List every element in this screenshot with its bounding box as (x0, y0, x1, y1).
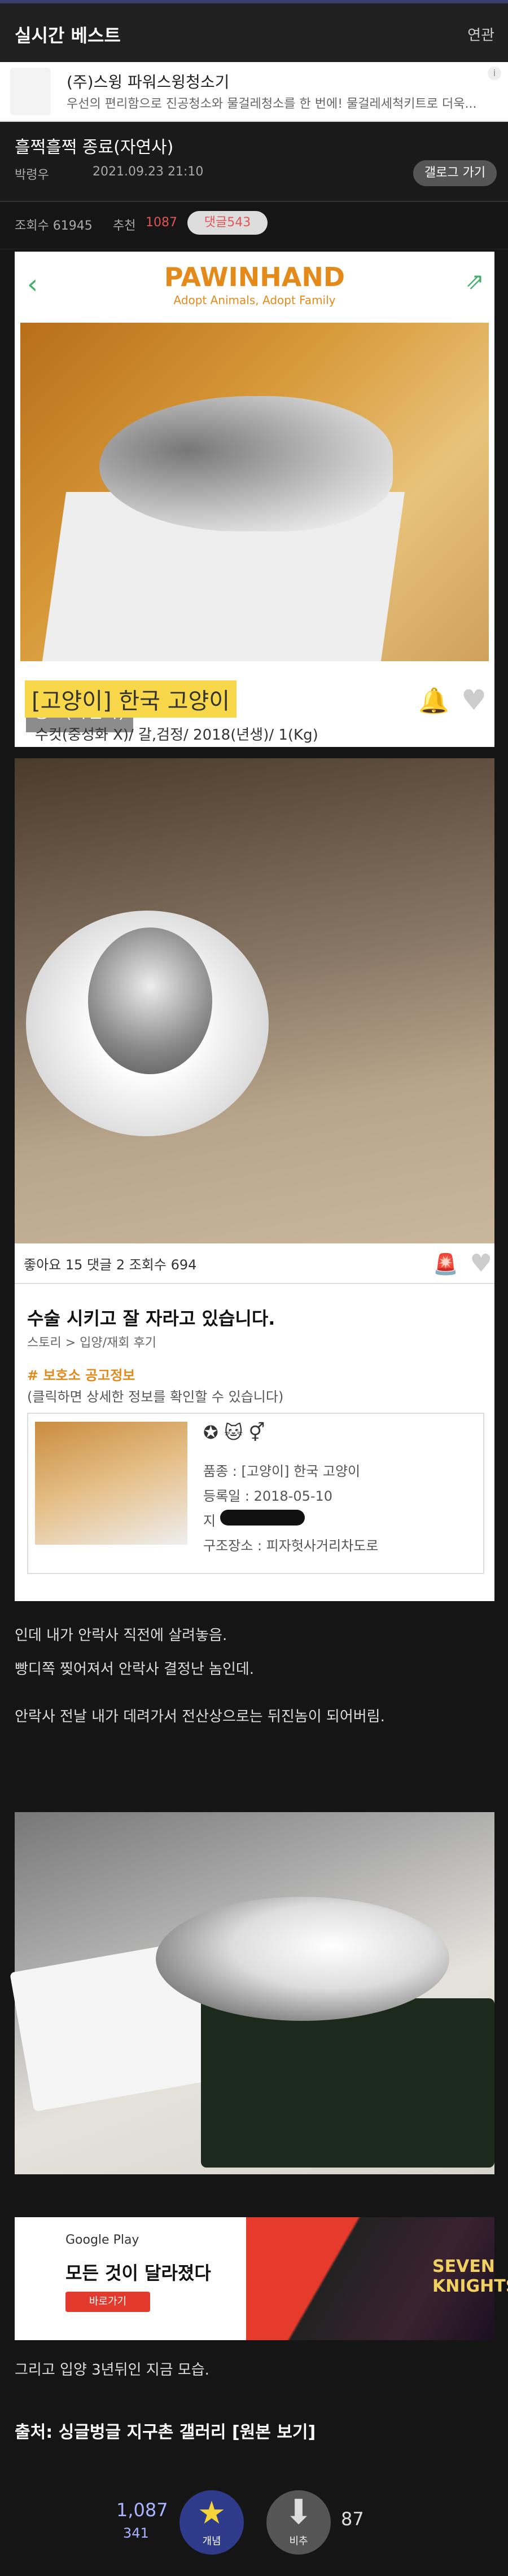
ad-thumbnail (10, 68, 51, 115)
cat-photo-1: 종료(자연사) (20, 323, 489, 732)
game-logo: SEVEN KNIGHTS (432, 2257, 508, 2296)
info-kind: 품종 : [고양이] 한국 고양이 (203, 1463, 361, 1479)
downvote-label: 비추 (289, 2535, 308, 2547)
story-category: 스토리 > 입양/재회 후기 (27, 1336, 156, 1350)
story-title: 수술 시키고 잘 자라고 있습니다. (27, 1308, 275, 1329)
rec-count: 1087 (146, 216, 177, 230)
ad-title: (주)스윙 파워스윙청소기 (67, 73, 230, 91)
star-icon: ★ (197, 2495, 226, 2531)
bell-icon[interactable]: 🔔 (418, 686, 449, 715)
ad-cta-button[interactable]: 바로가기 (65, 2292, 150, 2312)
body-line-1: 인데 내가 안락사 직전에 살려놓음. (15, 1627, 227, 1644)
info-icon[interactable]: i (488, 67, 501, 80)
ad-banner[interactable]: (주)스윙 파워스윙청소기 우선의 편리함으로 진공청소와 물걸레청소를 한 번… (0, 62, 508, 122)
info-location: 구조장소 : 피자헛사거리차도로 (203, 1538, 379, 1554)
story-card: 좋아요 15 댓글 2 조회수 694 🚨 ♥ 수술 시키고 잘 자라고 있습니… (15, 758, 494, 1601)
downvote-count: 87 (341, 2508, 364, 2530)
vote-bar: 1,087 341 ★ 개념 ⬇ 비추 87 (0, 2482, 508, 2576)
kitten-image (88, 927, 212, 1074)
google-play-label: Google Play (65, 2233, 139, 2247)
source-link[interactable]: 출처: 싱글벙글 지구촌 갤러리 [원본 보기] (15, 2418, 316, 2443)
pawinhand-logo: PAWINHAND (164, 262, 345, 292)
shelter-heading: # 보호소 공고정보 (27, 1368, 135, 1383)
shelter-info-box[interactable]: ✪ 🐱 ⚥ 품종 : [고양이] 한국 고양이 등록일 : 2018-05-10… (27, 1413, 484, 1574)
story-stats: 좋아요 15 댓글 2 조회수 694 (24, 1257, 197, 1273)
ad-artwork: SEVEN KNIGHTS (246, 2217, 508, 2340)
top-bar: 실시간 베스트 연관 (0, 0, 508, 62)
pawinhand-card: ‹ PAWINHAND Adopt Animals, Adopt Family … (15, 252, 494, 747)
share-icon[interactable]: ⇗ (465, 269, 484, 294)
upvote-button[interactable]: ★ 개념 (179, 2490, 244, 2555)
pawinhand-slogan: Adopt Animals, Adopt Family (173, 293, 336, 307)
animal-name: [고양이] 한국 고양이 (25, 680, 237, 718)
rec-label: 추천 (113, 219, 136, 233)
heart-icon[interactable]: ♥ (470, 1249, 492, 1278)
downvote-button[interactable]: ⬇ 비추 (266, 2490, 331, 2555)
heart-icon[interactable]: ♥ (461, 684, 487, 716)
ad-description: 우선의 편리함으로 진공청소와 물걸레청소를 한 번에! 물걸레세척키트로 더욱… (67, 97, 477, 111)
kitten-image (99, 396, 393, 531)
down-arrow-icon: ⬇ (284, 2493, 313, 2532)
shelter-hint: (클릭하면 상세한 정보를 확인할 수 있습니다) (27, 1389, 284, 1405)
views-count: 조회수 61945 (15, 219, 93, 233)
game-ad[interactable]: Google Play 모든 것이 달라졌다 바로가기 SEVEN KNIGHT… (15, 2217, 508, 2340)
ad-headline: 모든 것이 달라졌다 (65, 2262, 211, 2284)
upvote-label: 개념 (202, 2535, 221, 2547)
siren-icon[interactable]: 🚨 (433, 1252, 458, 1276)
related-link[interactable]: 연관 (467, 24, 494, 45)
post-date: 2021.09.23 21:10 (93, 165, 204, 179)
redaction (220, 1510, 305, 1526)
comments-button[interactable]: 댓글543 (187, 211, 268, 235)
mouse-pad (201, 1998, 494, 2168)
comment-count: 341 (123, 2525, 149, 2541)
animal-details: 수컷(중성화 X)/ 갈,검정/ 2018(년생)/ 1(Kg) (35, 727, 318, 744)
upvote-count: 1,087 (116, 2499, 168, 2521)
info-regdate: 등록일 : 2018-05-10 (203, 1488, 333, 1504)
page-title: 실시간 베스트 (15, 25, 121, 46)
info-region: 지 (203, 1513, 216, 1529)
body-line-3: 안락사 전날 내가 데려가서 전산상으로는 뒤진놈이 되어버림. (15, 1708, 385, 1725)
cat-photo-2 (15, 758, 494, 1243)
gallog-button[interactable]: 갤로그 가기 (413, 160, 497, 186)
body-line-2: 빵디쪽 찢어져서 안락사 결정난 놈인데. (15, 1661, 255, 1678)
info-icons: ✪ 🐱 ⚥ (203, 1422, 265, 1443)
after-caption: 그리고 입양 3년뒤인 지금 모습. (15, 2362, 209, 2379)
info-thumbnail (35, 1422, 187, 1545)
post-author[interactable]: 박령우 (15, 165, 49, 183)
cat-photo-3 (10, 1812, 494, 2174)
divider (15, 1283, 494, 1284)
post-title: 흘쩍흘쩍 종료(자연사) (15, 138, 174, 157)
post-stats: 조회수 61945 추천 1087 댓글543 (0, 201, 508, 249)
cat-image (156, 1897, 449, 2021)
